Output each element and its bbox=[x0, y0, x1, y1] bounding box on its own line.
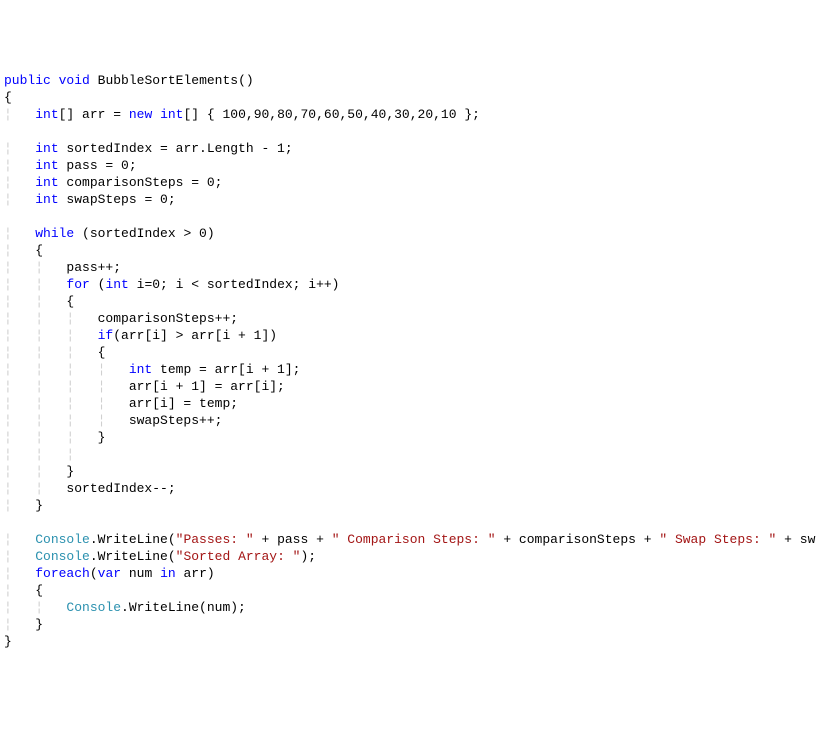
line-5: ¦ int sortedIndex = arr.Length - 1; bbox=[4, 141, 293, 156]
statement: temp = arr[i + 1]; bbox=[152, 362, 300, 377]
line-18: ¦ ¦ ¦ ¦ int temp = arr[i + 1]; bbox=[4, 362, 300, 377]
keyword-int: int bbox=[35, 192, 58, 207]
brace-close: } bbox=[66, 464, 74, 479]
statement: arr[i] = temp; bbox=[129, 396, 238, 411]
line-11: ¦ { bbox=[4, 243, 43, 258]
brace-open: { bbox=[66, 294, 74, 309]
code-text: swapSteps = 0; bbox=[59, 192, 176, 207]
keyword-if: if bbox=[98, 328, 114, 343]
foreach-source: arr) bbox=[176, 566, 215, 581]
statement: swapSteps++; bbox=[129, 413, 223, 428]
line-20: ¦ ¦ ¦ ¦ arr[i] = temp; bbox=[4, 396, 238, 411]
line-28: ¦ Console.WriteLine("Passes: " + pass + … bbox=[4, 532, 816, 547]
brace-close: } bbox=[35, 498, 43, 513]
method-call: .WriteLine(num); bbox=[121, 600, 246, 615]
keyword-int: int bbox=[35, 175, 58, 190]
statement: arr[i + 1] = arr[i]; bbox=[129, 379, 285, 394]
line-24: ¦ ¦ } bbox=[4, 464, 74, 479]
paren-open: ( bbox=[90, 566, 98, 581]
brace-open: { bbox=[35, 583, 43, 598]
line-8: ¦ int swapSteps = 0; bbox=[4, 192, 176, 207]
type-console: Console bbox=[66, 600, 121, 615]
method-name: BubbleSortElements bbox=[98, 73, 238, 88]
keyword-int: int bbox=[160, 107, 183, 122]
line-10: ¦ while (sortedIndex > 0) bbox=[4, 226, 215, 241]
line-34: } bbox=[4, 634, 12, 649]
concat: + comparisonSteps + bbox=[496, 532, 660, 547]
for-condition: i=0; i < sortedIndex; i++) bbox=[129, 277, 340, 292]
keyword-int: int bbox=[35, 107, 58, 122]
brace-open: { bbox=[98, 345, 106, 360]
statement: sortedIndex--; bbox=[66, 481, 175, 496]
concat-end: + swapSteps); bbox=[776, 532, 816, 547]
identifier-arr: arr bbox=[82, 107, 105, 122]
line-3: ¦ int[] arr = new int[] { 100,90,80,70,6… bbox=[4, 107, 480, 122]
concat: + pass + bbox=[254, 532, 332, 547]
keyword-int: int bbox=[105, 277, 128, 292]
keyword-int: int bbox=[35, 158, 58, 173]
brace-close: } bbox=[35, 617, 43, 632]
brace-close: } bbox=[98, 430, 106, 445]
keyword-in: in bbox=[160, 566, 176, 581]
code-text: sortedIndex = arr.Length - 1; bbox=[59, 141, 293, 156]
condition: (sortedIndex > 0) bbox=[74, 226, 214, 241]
line-13: ¦ ¦ for (int i=0; i < sortedIndex; i++) bbox=[4, 277, 339, 292]
method-call: .WriteLine( bbox=[90, 532, 176, 547]
if-condition: (arr[i] > arr[i + 1]) bbox=[113, 328, 277, 343]
line-1: public void BubbleSortElements() bbox=[4, 73, 254, 88]
code-text: comparisonSteps = 0; bbox=[59, 175, 223, 190]
keyword-int: int bbox=[129, 362, 152, 377]
line-2: { bbox=[4, 90, 12, 105]
brace-close: } bbox=[4, 634, 12, 649]
keyword-while: while bbox=[35, 226, 74, 241]
keyword-foreach: foreach bbox=[35, 566, 90, 581]
line-22: ¦ ¦ ¦ } bbox=[4, 430, 105, 445]
statement: pass++; bbox=[66, 260, 121, 275]
string-literal: "Passes: " bbox=[176, 532, 254, 547]
line-14: ¦ ¦ { bbox=[4, 294, 74, 309]
line-16: ¦ ¦ ¦ if(arr[i] > arr[i + 1]) bbox=[4, 328, 277, 343]
line-19: ¦ ¦ ¦ ¦ arr[i + 1] = arr[i]; bbox=[4, 379, 285, 394]
type-console: Console bbox=[35, 532, 90, 547]
line-12: ¦ ¦ pass++; bbox=[4, 260, 121, 275]
line-15: ¦ ¦ ¦ comparisonSteps++; bbox=[4, 311, 238, 326]
keyword-public: public bbox=[4, 73, 51, 88]
statement: comparisonSteps++; bbox=[98, 311, 238, 326]
keyword-void: void bbox=[59, 73, 90, 88]
code-text: pass = 0; bbox=[59, 158, 137, 173]
line-33: ¦ } bbox=[4, 617, 43, 632]
string-literal: " Swap Steps: " bbox=[659, 532, 776, 547]
line-21: ¦ ¦ ¦ ¦ swapSteps++; bbox=[4, 413, 222, 428]
keyword-int: int bbox=[35, 141, 58, 156]
code-block: public void BubbleSortElements() { ¦ int… bbox=[4, 72, 812, 650]
array-initializer: [] { 100,90,80,70,60,50,40,30,20,10 }; bbox=[183, 107, 479, 122]
identifier: num bbox=[121, 566, 160, 581]
line-blank: ¦ ¦ ¦ bbox=[4, 447, 98, 462]
line-31: ¦ { bbox=[4, 583, 43, 598]
line-32: ¦ ¦ Console.WriteLine(num); bbox=[4, 600, 246, 615]
line-17: ¦ ¦ ¦ { bbox=[4, 345, 105, 360]
keyword-var: var bbox=[98, 566, 121, 581]
equals: = bbox=[105, 107, 128, 122]
brace-open: { bbox=[4, 90, 12, 105]
string-literal: " Comparison Steps: " bbox=[332, 532, 496, 547]
line-26: ¦ } bbox=[4, 498, 43, 513]
array-brackets: [] bbox=[59, 107, 75, 122]
keyword-new: new bbox=[129, 107, 152, 122]
line-6: ¦ int pass = 0; bbox=[4, 158, 137, 173]
brace-open: { bbox=[35, 243, 43, 258]
line-25: ¦ ¦ sortedIndex--; bbox=[4, 481, 176, 496]
paren-open: ( bbox=[90, 277, 106, 292]
line-30: ¦ foreach(var num in arr) bbox=[4, 566, 215, 581]
line-7: ¦ int comparisonSteps = 0; bbox=[4, 175, 222, 190]
parens: () bbox=[238, 73, 254, 88]
keyword-for: for bbox=[66, 277, 89, 292]
